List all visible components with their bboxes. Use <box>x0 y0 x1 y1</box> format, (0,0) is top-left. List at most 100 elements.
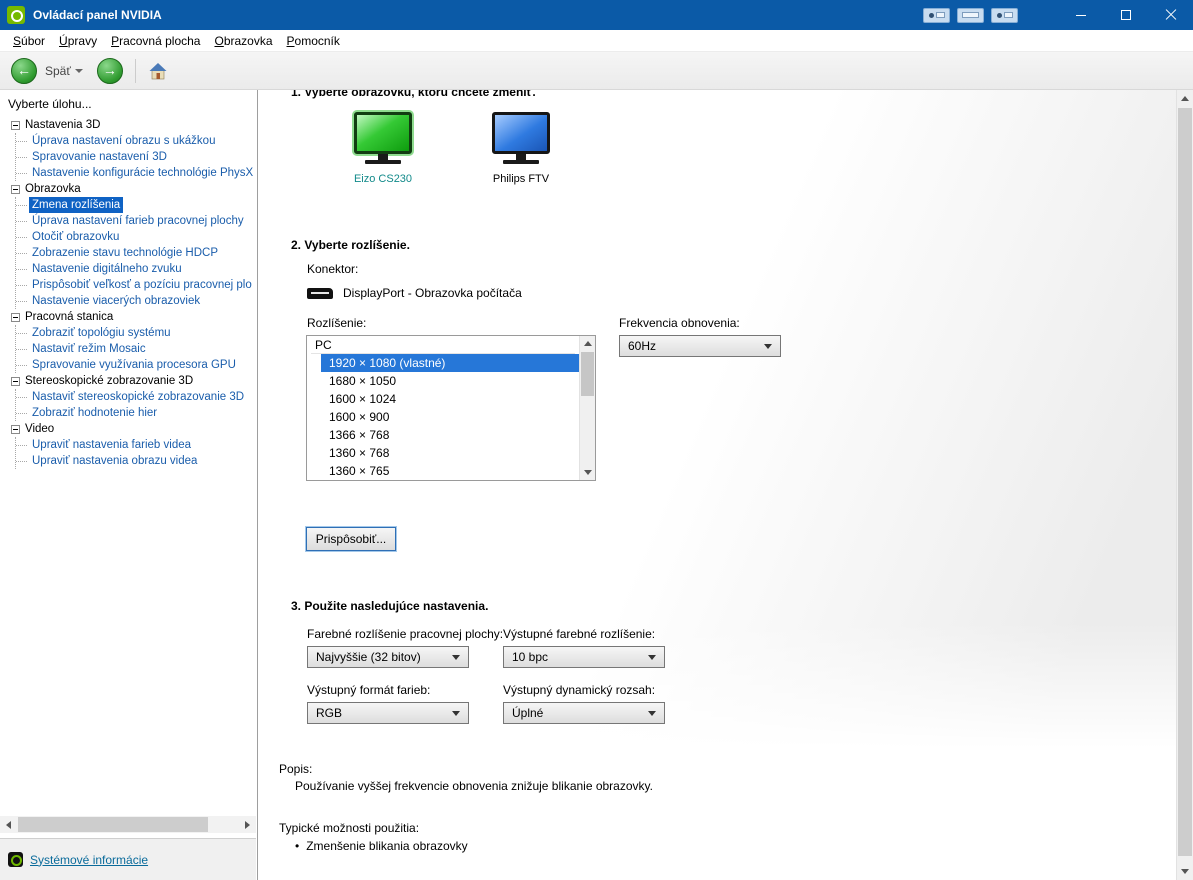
close-button[interactable] <box>1148 0 1193 30</box>
titlebar-view-button-2[interactable] <box>957 7 984 23</box>
tree-item-label[interactable]: Zobraziť topológiu systému <box>29 325 174 341</box>
tree-item-label[interactable]: Upraviť nastavenia farieb videa <box>29 437 194 453</box>
arrow-right-icon <box>245 820 250 829</box>
output-color-depth-select[interactable]: 10 bpc <box>503 646 665 668</box>
tree-item[interactable]: Nastavenie konfigurácie technológie Phys… <box>16 165 255 181</box>
tree-category-label: Obrazovka <box>25 183 81 195</box>
menu-item-2[interactable]: Úpravy <box>52 32 104 50</box>
arrow-up-icon <box>1181 96 1189 101</box>
tree-item-label[interactable]: Nastavenie digitálneho zvuku <box>29 261 185 277</box>
back-dropdown-caret-icon[interactable] <box>74 68 83 73</box>
toolbar-separator <box>134 58 136 83</box>
tree-item-label[interactable]: Prispôsobiť veľkosť a pozíciu pracovnej … <box>29 277 255 293</box>
tree-item-label[interactable]: Spravovanie nastavení 3D <box>29 149 170 165</box>
resolution-option[interactable]: 1360 × 768 <box>321 444 579 462</box>
tree-item[interactable]: Prispôsobiť veľkosť a pozíciu pracovnej … <box>16 277 255 293</box>
tree-item[interactable]: Nastaviť stereoskopické zobrazovanie 3D <box>16 389 255 405</box>
menu-item-4[interactable]: Obrazovka <box>207 32 279 50</box>
tree-item[interactable]: Nastavenie viacerých obrazoviek <box>16 293 255 309</box>
refresh-rate-value: 60Hz <box>628 339 657 353</box>
scroll-left-button[interactable] <box>0 816 17 833</box>
resolution-option[interactable]: 1366 × 768 <box>321 426 579 444</box>
scroll-down-button[interactable] <box>1177 863 1193 880</box>
resolution-option[interactable]: 1920 × 1080 (vlastné) <box>321 354 579 372</box>
resolution-option[interactable]: 1680 × 1050 <box>321 372 579 390</box>
collapse-icon[interactable] <box>11 120 20 130</box>
menu-item-3[interactable]: Pracovná plocha <box>104 32 207 50</box>
tree-item[interactable]: Zobraziť hodnotenie hier <box>16 405 255 421</box>
tree-item[interactable]: Nastavenie digitálneho zvuku <box>16 261 255 277</box>
titlebar-view-button-1[interactable] <box>923 7 950 23</box>
home-button[interactable] <box>148 62 168 80</box>
system-info-link[interactable]: Systémové informácie <box>30 853 148 867</box>
tree-item-label[interactable]: Zobraziť hodnotenie hier <box>29 405 160 421</box>
displayport-connector-icon <box>307 288 333 299</box>
titlebar-view-button-3[interactable] <box>991 7 1018 23</box>
menu-item-5[interactable]: Pomocník <box>280 32 347 50</box>
resolution-option[interactable]: 1600 × 1024 <box>321 390 579 408</box>
forward-button[interactable]: → <box>96 57 123 84</box>
display-option[interactable]: Eizo CS230 <box>351 112 415 185</box>
tree-category[interactable]: Pracovná stanica <box>6 309 255 325</box>
tree-children: Zmena rozlíšenia Úprava nastavení farieb … <box>15 197 255 309</box>
back-button-label[interactable]: Späť <box>45 64 71 78</box>
menu-item-1[interactable]: Súbor <box>6 32 52 50</box>
listbox-scrollbar[interactable] <box>579 336 595 480</box>
dot-icon <box>928 12 934 18</box>
listbox-scrollbar-thumb[interactable] <box>581 352 594 396</box>
collapse-icon[interactable] <box>11 376 20 386</box>
tree-item-label[interactable]: Úprava nastavení farieb pracovnej plochy <box>29 213 247 229</box>
scroll-up-button[interactable] <box>1177 90 1193 107</box>
tree-category[interactable]: Nastavenia 3D <box>6 117 255 133</box>
desktop-color-depth-select[interactable]: Najvyššie (32 bitov) <box>307 646 469 668</box>
tree-item[interactable]: Zmena rozlíšenia <box>16 197 255 213</box>
tree-item[interactable]: Úprava nastavení obrazu s ukážkou <box>16 133 255 149</box>
tree-item[interactable]: Upraviť nastavenia obrazu videa <box>16 453 255 469</box>
sidebar-horizontal-scrollbar[interactable] <box>0 816 256 833</box>
tree-item[interactable]: Nastaviť režim Mosaic <box>16 341 255 357</box>
tree-item[interactable]: Spravovanie využívania procesora GPU <box>16 357 255 373</box>
tree-item-label[interactable]: Nastavenie konfigurácie technológie Phys… <box>29 165 255 181</box>
vertical-scrollbar[interactable] <box>1176 90 1193 880</box>
tree-item[interactable]: Zobrazenie stavu technológie HDCP <box>16 245 255 261</box>
tree-item-label[interactable]: Otočiť obrazovku <box>29 229 122 245</box>
output-color-format-select[interactable]: RGB <box>307 702 469 724</box>
resolution-option[interactable]: 1360 × 765 <box>321 462 579 480</box>
tree-item-label[interactable]: Upraviť nastavenia obrazu videa <box>29 453 200 469</box>
tree-item-label[interactable]: Zobrazenie stavu technológie HDCP <box>29 245 221 261</box>
tree-item-label[interactable]: Nastavenie viacerých obrazoviek <box>29 293 203 309</box>
output-dynamic-range-select[interactable]: Úplné <box>503 702 665 724</box>
customize-button[interactable]: Prispôsobiť... <box>306 527 396 551</box>
tree-item-label[interactable]: Zmena rozlíšenia <box>29 197 124 213</box>
resolution-items: 1920 × 1080 (vlastné) 1680 × 1050 1600 × 1… <box>307 354 595 480</box>
listbox-scroll-down-button[interactable] <box>580 465 595 480</box>
tree-item[interactable]: Úprava nastavení farieb pracovnej plochy <box>16 213 255 229</box>
tree-item[interactable]: Spravovanie nastavení 3D <box>16 149 255 165</box>
tree-category[interactable]: Video <box>6 421 255 437</box>
tree-item-label[interactable]: Nastaviť stereoskopické zobrazovanie 3D <box>29 389 247 405</box>
tree-item-label[interactable]: Spravovanie využívania procesora GPU <box>29 357 239 373</box>
listbox-scroll-up-button[interactable] <box>580 336 595 351</box>
titlebar-controls <box>923 0 1193 30</box>
scroll-right-button[interactable] <box>239 816 256 833</box>
tree-category[interactable]: Obrazovka <box>6 181 255 197</box>
tree-item[interactable]: Zobraziť topológiu systému <box>16 325 255 341</box>
back-button[interactable]: ← <box>11 57 37 84</box>
tree-item-label[interactable]: Nastaviť režim Mosaic <box>29 341 149 357</box>
horizontal-scrollbar-thumb[interactable] <box>18 817 208 832</box>
scrollbar-thumb[interactable] <box>1178 108 1192 856</box>
back-arrow-icon: ← <box>17 61 31 78</box>
tree-item-label[interactable]: Úprava nastavení obrazu s ukážkou <box>29 133 218 149</box>
tree-category[interactable]: Stereoskopické zobrazovanie 3D <box>6 373 255 389</box>
collapse-icon[interactable] <box>11 424 20 434</box>
tree-item[interactable]: Upraviť nastavenia farieb videa <box>16 437 255 453</box>
collapse-icon[interactable] <box>11 184 20 194</box>
tree-item[interactable]: Otočiť obrazovku <box>16 229 255 245</box>
refresh-rate-select[interactable]: 60Hz <box>619 335 781 357</box>
minimize-button[interactable] <box>1058 0 1103 30</box>
display-option[interactable]: Philips FTV <box>489 112 553 185</box>
resolution-option[interactable]: 1600 × 900 <box>321 408 579 426</box>
tree-category-label: Nastavenia 3D <box>25 119 101 131</box>
collapse-icon[interactable] <box>11 312 20 322</box>
maximize-button[interactable] <box>1103 0 1148 30</box>
